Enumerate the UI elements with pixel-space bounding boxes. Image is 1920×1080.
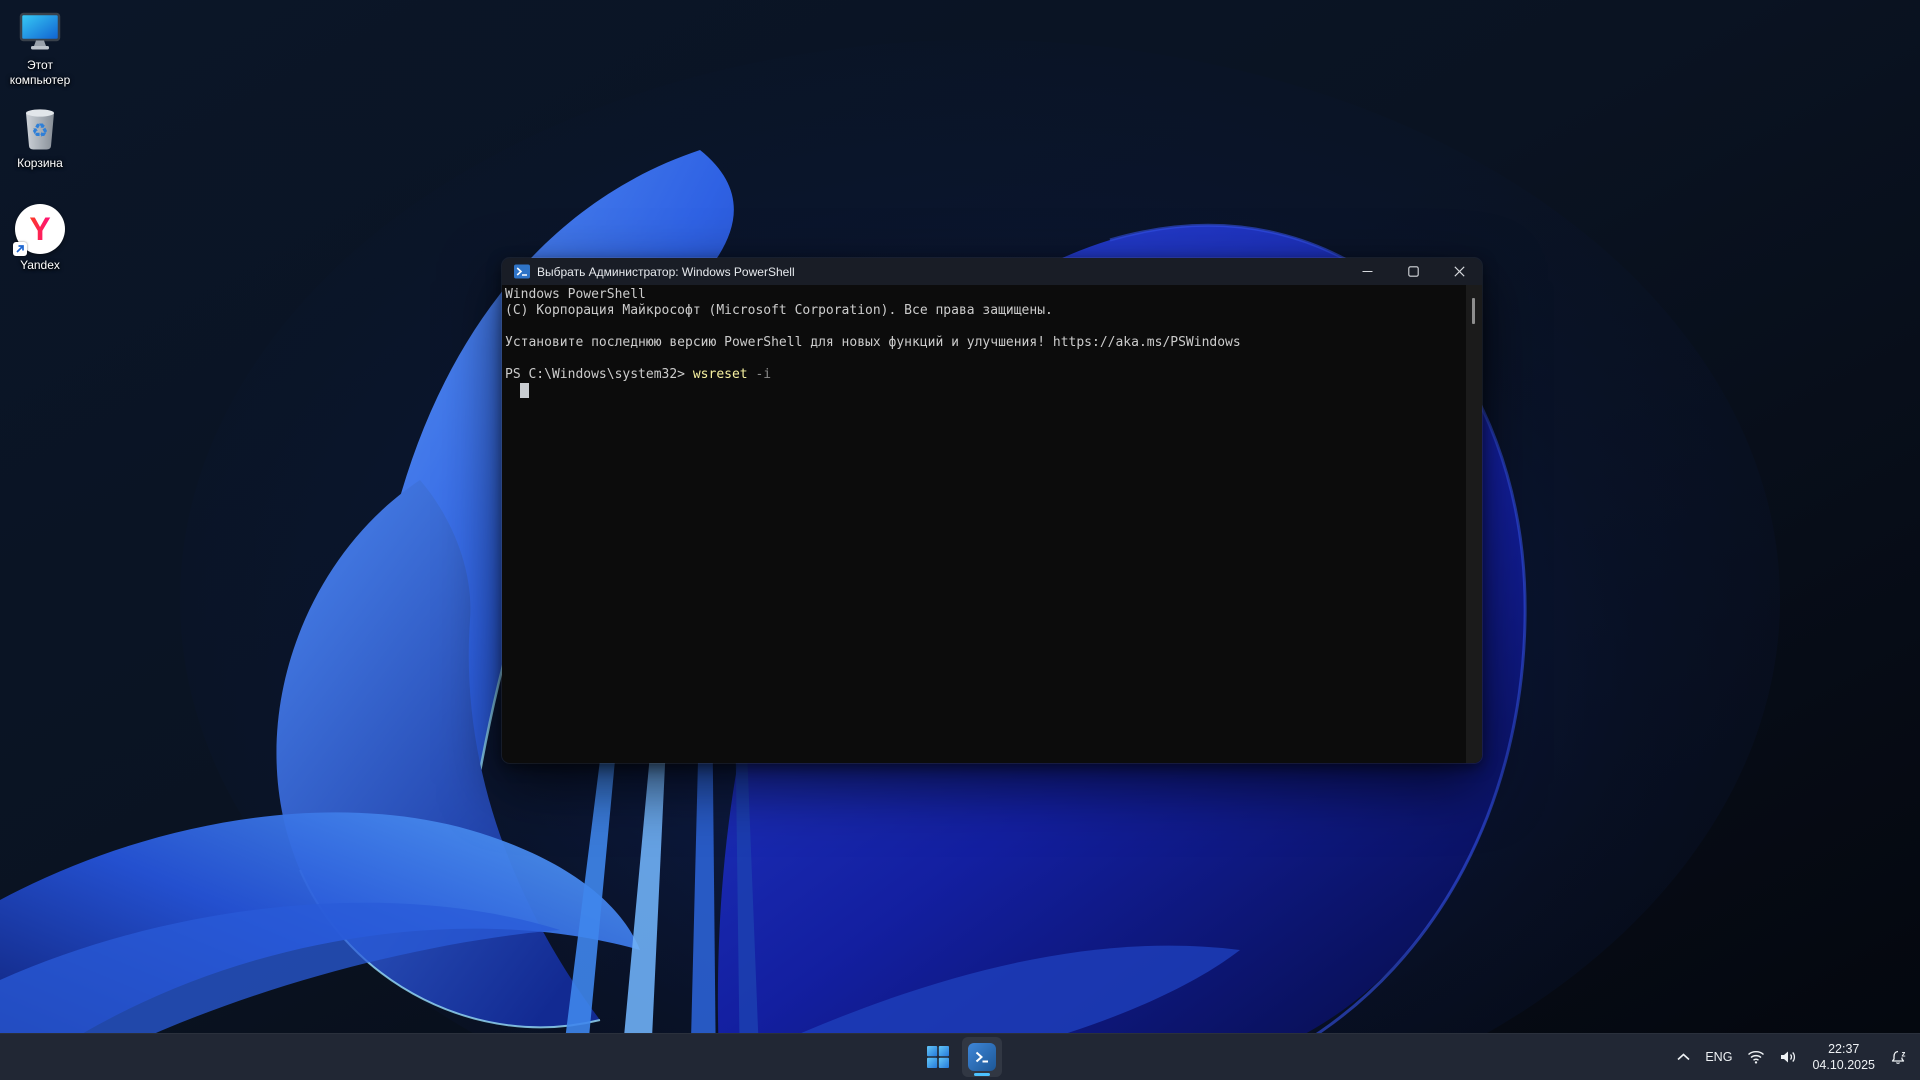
svg-text:Y: Y [29,211,50,247]
desktop-icon-label: Корзина [17,156,63,170]
terminal-line: Установите последнюю версию PowerShell д… [505,335,1241,350]
chevron-up-icon [1677,1053,1690,1061]
maximize-icon [1407,266,1419,277]
terminal[interactable]: Windows PowerShell (C) Корпорация Майкро… [502,285,1482,763]
powershell-icon [514,264,530,279]
minimize-button[interactable] [1344,258,1390,285]
terminal-line: Windows PowerShell [505,287,646,302]
svg-text:z: z [1902,1049,1906,1058]
wifi-icon [1748,1051,1765,1064]
titlebar[interactable]: Выбрать Администратор: Windows PowerShel… [502,258,1482,285]
maximize-button[interactable] [1390,258,1436,285]
taskbar: ENG 22:37 04.10.2025 z [0,1033,1920,1080]
prompt-line: PS C:\Windows\system32> wsreset -i [505,367,1464,383]
svg-text:♻: ♻ [31,120,48,142]
powershell-window: Выбрать Администратор: Windows PowerShel… [501,257,1483,764]
window-title: Выбрать Администратор: Windows PowerShel… [537,264,795,279]
close-icon [1453,266,1465,277]
bell-dnd-icon: z [1891,1049,1906,1064]
wifi-button[interactable] [1747,1034,1765,1080]
desktop-icon-label: Этот компьютер [9,58,71,87]
active-app-indicator [974,1073,990,1076]
terminal-output: Windows PowerShell (C) Корпорация Майкро… [505,287,1464,399]
language-indicator[interactable]: ENG [1705,1034,1732,1080]
clock[interactable]: 22:37 04.10.2025 [1812,1034,1875,1080]
volume-button[interactable] [1780,1034,1797,1080]
close-button[interactable] [1436,258,1482,285]
this-pc-icon [19,12,61,50]
tray-time: 22:37 [1828,1041,1860,1056]
taskbar-powershell-button[interactable] [962,1037,1002,1077]
powershell-icon [968,1043,996,1071]
recycle-bin-icon: ♻ [26,109,54,150]
tray-date: 04.10.2025 [1812,1058,1875,1072]
cursor-line [505,383,1464,399]
desktop-icon-this-pc[interactable]: Этот компьютер [1,12,79,87]
yandex-icon: Y [13,204,65,256]
terminal-line: (C) Корпорация Майкрософт (Microsoft Cor… [505,303,1053,318]
text-cursor [520,383,529,398]
tray-chevron-button[interactable] [1677,1034,1690,1080]
minimize-icon [1362,270,1372,273]
desktop-icon-yandex[interactable]: Y Yandex [1,204,79,273]
scrollbar[interactable] [1466,285,1482,763]
notification-bell-button[interactable]: z [1890,1034,1908,1080]
scrollbar-thumb[interactable] [1472,298,1475,324]
desktop: Этот компьютер ♻ Корзина Y Yandex Выбрат… [0,0,1920,1080]
prompt-text: PS C:\Windows\system32> [505,367,693,382]
start-button[interactable] [918,1037,958,1077]
start-icon [927,1046,949,1068]
command-text: wsreset [692,367,748,382]
desktop-icon-label: Yandex [20,258,60,272]
volume-icon [1781,1051,1796,1063]
param-text: -i [747,367,772,382]
desktop-icon-recycle-bin[interactable]: ♻ Корзина [1,106,79,171]
shortcut-arrow-icon [13,242,27,256]
